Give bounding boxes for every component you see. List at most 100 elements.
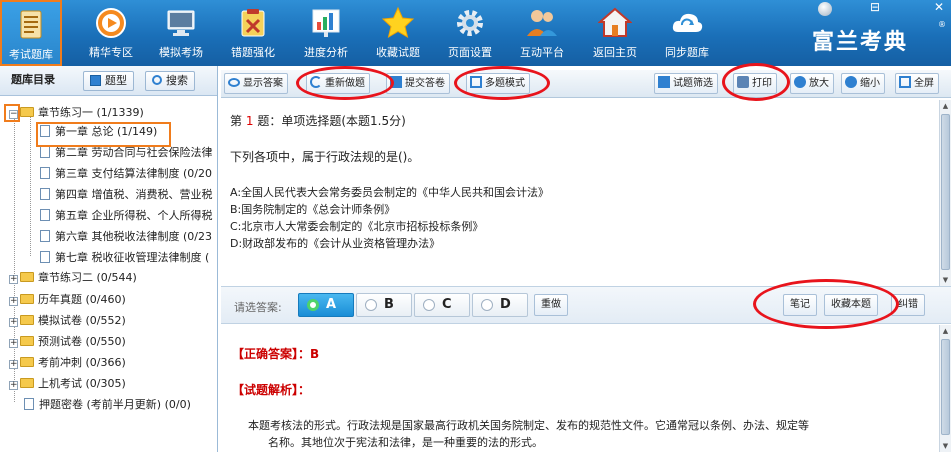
fullscreen-icon — [899, 76, 911, 88]
toolbar-label: 页面设置 — [448, 46, 492, 59]
tree-node-label: 第七章 税收征收管理法律制度 ( — [55, 251, 210, 264]
toolbar-progress[interactable]: 进度分析 — [295, 0, 357, 66]
submit-button[interactable]: 提交答卷 — [386, 73, 450, 94]
annotation-ring-redo — [296, 66, 394, 100]
option-b: B:国务院制定的《总会计师条例》 — [230, 203, 396, 216]
scroll-thumb[interactable] — [941, 339, 950, 435]
document-icon — [24, 398, 34, 410]
tree-node[interactable]: + 考前冲刺 (0/366) — [9, 354, 126, 372]
fullscreen-button[interactable]: 全屏 — [895, 73, 939, 94]
cloud-sync-icon — [672, 13, 703, 32]
tree-node[interactable]: − 章节练习一 (1/1339) — [9, 104, 144, 122]
tree-node-label: 考前冲刺 (0/366) — [38, 356, 126, 369]
choice-label: D — [500, 297, 511, 312]
question-title: 第 1 题：单项选择题(本题1.5分) — [230, 112, 406, 129]
expand-icon[interactable]: + — [9, 318, 18, 327]
choice-c[interactable]: C — [414, 293, 470, 317]
question-scrollbar[interactable]: ▲ ▼ — [939, 100, 951, 286]
toolbar-home[interactable]: 返回主页 — [584, 0, 646, 66]
expand-icon[interactable]: + — [9, 275, 18, 284]
tree-node[interactable]: + 预测试卷 (0/550) — [9, 333, 126, 351]
tab-question-type[interactable]: 题型 — [83, 71, 134, 91]
catalog-tabs: 题库目录 题型 搜索 — [0, 66, 217, 96]
toolbar-wrong-questions[interactable]: 错题强化 — [222, 0, 284, 66]
tree-node[interactable]: 第三章 支付结算法律制度 (0/20 — [40, 165, 217, 183]
tab-label: 题型 — [105, 74, 127, 87]
toolbar-label: 进度分析 — [304, 46, 348, 59]
highlight-collapse — [4, 104, 20, 122]
zoom-out-button[interactable]: 缩小 — [841, 73, 885, 94]
choice-a[interactable]: A — [298, 293, 354, 317]
folder-icon — [20, 107, 34, 117]
toolbar-interactive[interactable]: 互动平台 — [511, 0, 573, 66]
tab-catalog[interactable]: 题库目录 — [5, 71, 61, 91]
tree-node[interactable]: 第七章 税收征收管理法律制度 ( — [40, 249, 217, 267]
users-icon — [527, 10, 557, 36]
tree-node-label: 押题密卷 (考前半月更新) (0/0) — [39, 398, 191, 411]
tree-node-label: 历年真题 (0/460) — [38, 293, 126, 306]
tree-node[interactable]: + 章节练习二 (0/544) — [9, 269, 137, 287]
home-icon — [598, 7, 632, 37]
tab-search[interactable]: 搜索 — [145, 71, 195, 91]
tree-node[interactable]: 第六章 其他税收法律制度 (0/23 — [40, 228, 217, 246]
tab-label: 搜索 — [166, 74, 188, 87]
star-icon — [381, 6, 415, 39]
scroll-up-icon[interactable]: ▲ — [940, 325, 951, 337]
main-toolbar: 考试题库 精华专区 模拟考场 错题强化 进度分析 收藏试题 页面设置 互动平台 … — [0, 0, 951, 66]
tab-label: 题库目录 — [11, 73, 55, 86]
toolbar-highlights[interactable]: 精华专区 — [80, 0, 142, 66]
show-answer-button[interactable]: 显示答案 — [224, 73, 288, 94]
expand-icon[interactable]: + — [9, 360, 18, 369]
choice-label: B — [384, 297, 394, 312]
scroll-thumb[interactable] — [941, 114, 950, 270]
toolbar-favorites[interactable]: 收藏试题 — [367, 0, 429, 66]
analysis-text: 本题考核法的形式。行政法规是国家最高行政机关国务院制定、发布的规范性文件。它通常… — [248, 417, 938, 451]
option-c: C:北京市人大常委会制定的《北京市招标投标条例》 — [230, 220, 484, 233]
zoom-in-button[interactable]: 放大 — [790, 73, 834, 94]
tree-node[interactable]: + 模拟试卷 (0/552) — [9, 312, 126, 330]
choice-b[interactable]: B — [356, 293, 412, 317]
answer-scrollbar[interactable]: ▲ ▼ — [939, 325, 951, 452]
tree-node[interactable]: + 上机考试 (0/305) — [9, 375, 126, 393]
scroll-up-icon[interactable]: ▲ — [940, 100, 951, 112]
tree-node[interactable]: + 历年真题 (0/460) — [9, 291, 126, 309]
analysis-line: 名称。其地位次于宪法和法律，是一种重要的法的形式。 — [268, 436, 543, 449]
toolbar-page-settings[interactable]: 页面设置 — [439, 0, 501, 66]
scroll-down-icon[interactable]: ▼ — [940, 274, 951, 286]
expand-icon[interactable]: + — [9, 297, 18, 306]
toolbar-mock-exam[interactable]: 模拟考场 — [150, 0, 212, 66]
toolbar-label: 返回主页 — [593, 46, 637, 59]
toolbar-label: 收藏试题 — [376, 46, 420, 59]
tree-node-label: 第五章 企业所得税、个人所得税 — [55, 209, 213, 222]
folder-icon — [20, 378, 34, 388]
scroll-down-icon[interactable]: ▼ — [940, 440, 951, 452]
analysis-line: 本题考核法的形式。行政法规是国家最高行政机关国务院制定、发布的规范性文件。它通常… — [248, 419, 809, 432]
progress-chart-icon — [312, 9, 340, 37]
toolbar-sync[interactable]: 同步题库 — [656, 0, 718, 66]
tree-node[interactable]: 第四章 增值税、消费税、营业税 — [40, 186, 217, 204]
tree-node-label: 第二章 劳动合同与社会保险法律 — [55, 146, 213, 159]
minimize-button[interactable]: ⊟ — [870, 0, 880, 14]
expand-icon[interactable]: + — [9, 339, 18, 348]
button-label: 试题筛选 — [673, 78, 713, 89]
minus-circle-icon — [845, 76, 857, 88]
filter-icon — [658, 76, 670, 88]
close-button[interactable]: ✕ — [934, 0, 944, 14]
tree-node[interactable]: 第五章 企业所得税、个人所得税 — [40, 207, 217, 225]
toolbar-question-bank[interactable]: 考试题库 — [0, 0, 62, 66]
tree-node-label: 模拟试卷 (0/552) — [38, 314, 126, 327]
filter-button[interactable]: 试题筛选 — [654, 73, 718, 94]
plus-circle-icon — [794, 76, 806, 88]
expand-icon[interactable]: + — [9, 381, 18, 390]
question-bank-icon — [20, 10, 42, 39]
reset-button[interactable]: 重做 — [534, 294, 568, 316]
gear-icon — [457, 10, 483, 36]
button-label: 全屏 — [914, 78, 934, 89]
play-circle-icon — [96, 8, 126, 38]
tree-node-label: 章节练习二 (0/544) — [38, 271, 137, 284]
choice-d[interactable]: D — [472, 293, 528, 317]
document-icon — [40, 167, 50, 179]
tree-node[interactable]: 押题密卷 (考前半月更新) (0/0) — [24, 396, 191, 414]
skin-orb-icon[interactable] — [818, 2, 832, 16]
radio-icon — [423, 299, 435, 311]
